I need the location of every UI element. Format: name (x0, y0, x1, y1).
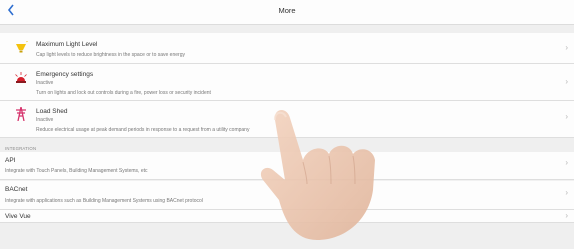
empty-area (0, 223, 574, 249)
list-item-load-shed[interactable]: Load Shed Inactive Reduce electrical usa… (0, 101, 574, 138)
power-tower-icon (14, 106, 28, 122)
chevron-right-icon: › (565, 188, 568, 197)
top-bar: More (0, 0, 574, 25)
item-title: Emergency settings (36, 71, 94, 78)
item-description: Cap light levels to reduce brightness in… (36, 52, 185, 58)
item-status: Inactive (36, 80, 54, 86)
item-description: Reduce electrical usage at peak demand p… (36, 127, 250, 133)
emergency-light-icon (14, 71, 28, 85)
section-header (0, 138, 574, 152)
item-description: Turn on lights and lock out controls dur… (36, 90, 211, 96)
item-description: Integrate with Touch Panels, Building Ma… (5, 168, 148, 174)
list-item-maximum-light-level[interactable]: Maximum Light Level Cap light levels to … (0, 33, 574, 64)
spacer (0, 25, 574, 33)
item-title: BACnet (5, 186, 28, 193)
item-title: API (5, 157, 16, 164)
item-status: Inactive (36, 117, 54, 123)
page-title: More (278, 6, 296, 15)
list-item-emergency-settings[interactable]: Emergency settings Inactive Turn on ligh… (0, 64, 574, 101)
item-title: Load Shed (36, 108, 68, 115)
chevron-right-icon: › (565, 112, 568, 121)
section-label-integration: INTEGRATION (5, 146, 37, 151)
item-description: Integrate with applications such as Buil… (5, 198, 203, 204)
item-title: Maximum Light Level (36, 41, 98, 48)
light-bulb-icon (14, 40, 28, 55)
list-item-api[interactable]: API Integrate with Touch Panels, Buildin… (0, 152, 574, 180)
chevron-right-icon: › (565, 158, 568, 167)
list-item-bacnet[interactable]: BACnet Integrate with applications such … (0, 181, 574, 210)
chevron-right-icon: › (565, 77, 568, 86)
chevron-right-icon: › (565, 211, 568, 220)
item-title: Vive Vue (5, 213, 31, 220)
chevron-right-icon: › (565, 43, 568, 52)
list-item-vive-vue[interactable]: Vive Vue › (0, 210, 574, 223)
